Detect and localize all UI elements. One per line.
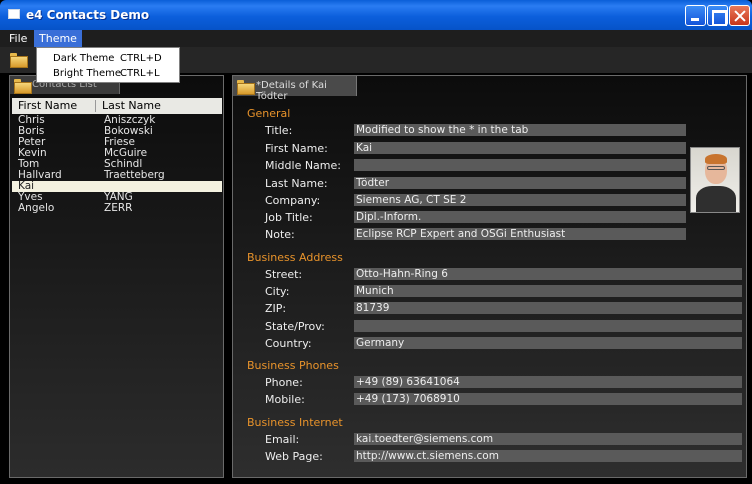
last-name-field[interactable]: Tödter	[354, 177, 686, 189]
job-title-field[interactable]: Dipl.-Inform.	[354, 211, 686, 223]
email-label: Email:	[265, 433, 300, 446]
title-field[interactable]: Modified to show the * in the tab	[354, 124, 686, 136]
city-field[interactable]: Munich	[354, 285, 742, 297]
menu-item-bright-theme[interactable]: Bright Theme CTRL+L	[53, 66, 179, 81]
menu-bar: File Theme	[0, 30, 752, 47]
zip-field[interactable]: 81739	[354, 302, 742, 314]
column-header-last-name[interactable]: Last Name	[102, 99, 161, 112]
last-name-cell: ZERR	[104, 202, 133, 214]
middle-name-field[interactable]	[354, 159, 686, 171]
state-field[interactable]	[354, 320, 742, 332]
first-name-cell: Angelo	[18, 202, 55, 214]
contacts-list-view: Contacts List First Name Last Name Chris…	[9, 75, 224, 478]
section-general-header: General	[247, 107, 291, 120]
title-label: Title:	[265, 124, 293, 137]
email-field[interactable]: kai.toedter@siemens.com	[354, 433, 742, 445]
window-title: e4 Contacts Demo	[26, 8, 150, 22]
tab-details[interactable]: *Details of Kai Tödter	[233, 76, 357, 102]
open-folder-icon[interactable]	[10, 53, 28, 68]
job-title-label: Job Title:	[265, 211, 313, 224]
minimize-button[interactable]	[685, 5, 706, 26]
middle-name-label: Middle Name:	[265, 159, 341, 172]
app-icon	[8, 9, 20, 19]
folder-icon	[14, 79, 32, 94]
section-internet-header: Business Internet	[247, 416, 343, 429]
menu-item-label: Bright Theme	[53, 68, 122, 79]
state-label: State/Prov:	[265, 320, 325, 333]
country-field[interactable]: Germany	[354, 337, 742, 349]
mobile-label: Mobile:	[265, 393, 305, 406]
table-row[interactable]: Angelo ZERR	[12, 203, 222, 214]
first-name-label: First Name:	[265, 142, 328, 155]
city-label: City:	[265, 285, 290, 298]
theme-dropdown: Dark Theme CTRL+D Bright Theme CTRL+L	[36, 47, 180, 83]
first-name-field[interactable]: Kai	[354, 142, 686, 154]
menu-item-label: Dark Theme	[53, 53, 115, 64]
web-page-field[interactable]: http://www.ct.siemens.com	[354, 450, 742, 462]
menu-item-dark-theme[interactable]: Dark Theme CTRL+D	[53, 51, 179, 66]
company-field[interactable]: Siemens AG, CT SE 2	[354, 194, 686, 206]
menu-file[interactable]: File	[4, 30, 32, 47]
section-phones-header: Business Phones	[247, 359, 339, 372]
column-separator[interactable]	[95, 100, 96, 112]
country-label: Country:	[265, 337, 312, 350]
phone-field[interactable]: +49 (89) 63641064	[354, 376, 742, 388]
menu-item-accelerator: CTRL+L	[120, 68, 160, 79]
contacts-table: Chris Aniszczyk Boris Bokowski Peter Friese…	[12, 115, 222, 214]
contact-photo	[690, 147, 740, 213]
folder-icon	[237, 80, 255, 95]
close-button[interactable]	[729, 5, 750, 26]
mobile-field[interactable]: +49 (173) 7068910	[354, 393, 742, 405]
menu-theme[interactable]: Theme	[34, 30, 82, 47]
note-field[interactable]: Eclipse RCP Expert and OSGi Enthusiast	[354, 228, 686, 240]
street-label: Street:	[265, 268, 303, 281]
title-bar[interactable]: e4 Contacts Demo	[0, 0, 752, 30]
phone-label: Phone:	[265, 376, 303, 389]
menu-item-accelerator: CTRL+D	[120, 53, 162, 64]
street-field[interactable]: Otto-Hahn-Ring 6	[354, 268, 742, 280]
column-header-first-name[interactable]: First Name	[18, 99, 77, 112]
table-header: First Name Last Name	[12, 98, 222, 114]
company-label: Company:	[265, 194, 321, 207]
maximize-button[interactable]	[707, 5, 728, 26]
last-name-label: Last Name:	[265, 177, 328, 190]
zip-label: ZIP:	[265, 302, 287, 315]
web-page-label: Web Page:	[265, 450, 323, 463]
note-label: Note:	[265, 228, 295, 241]
section-address-header: Business Address	[247, 251, 343, 264]
tab-label: *Details of Kai Tödter	[256, 80, 327, 102]
details-view: *Details of Kai Tödter General Title: Mo…	[232, 75, 747, 478]
